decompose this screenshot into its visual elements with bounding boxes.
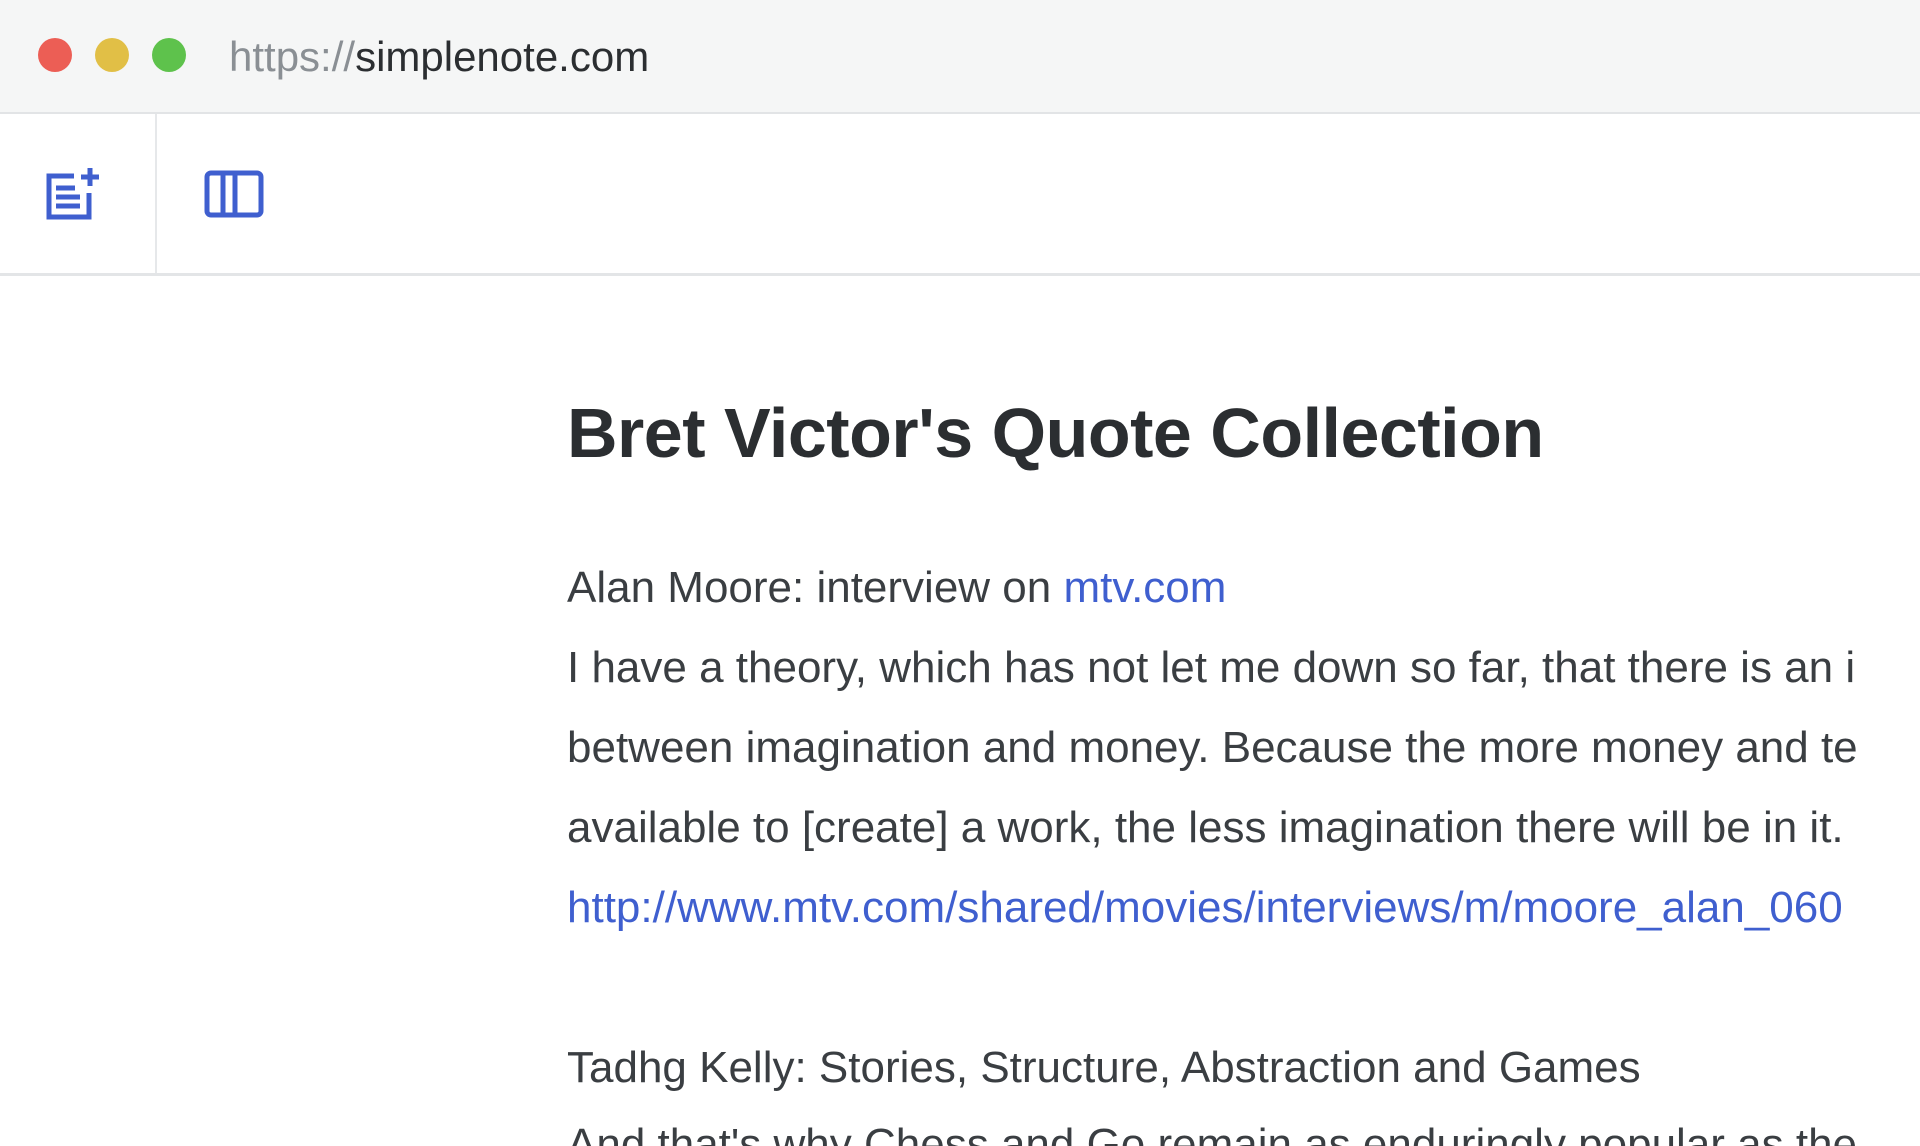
quote-url-link[interactable]: http://www.mtv.com/shared/movies/intervi…: [567, 883, 1843, 932]
quote-line-3: available to [create] a work, the less i…: [567, 803, 1844, 852]
entry-source-line-2: Tadhg Kelly: Stories, Structure, Abstrac…: [567, 1043, 1641, 1092]
toggle-sidebar-button[interactable]: [204, 164, 264, 224]
entry-source-line: Alan Moore: interview on mtv.com: [567, 560, 1226, 616]
quote-url-line: http://www.mtv.com/shared/movies/intervi…: [567, 880, 1843, 936]
quote-partial-line: And that's why Chess and Go remain as en…: [567, 1120, 1858, 1146]
close-window-button[interactable]: [38, 38, 72, 72]
note-title: Bret Victor's Quote Collection: [567, 394, 1544, 472]
note-editor[interactable]: Bret Victor's Quote Collection Alan Moor…: [567, 0, 1920, 1146]
toolbar-divider: [155, 114, 157, 273]
new-note-icon: [46, 168, 99, 220]
zoom-window-button[interactable]: [152, 38, 186, 72]
new-note-button[interactable]: [43, 164, 103, 224]
columns-icon: [204, 170, 264, 218]
quote-line-1: I have a theory, which has not let me do…: [567, 643, 1856, 692]
entry-source-text: Alan Moore: interview on: [567, 563, 1064, 612]
url-scheme: https://: [229, 33, 356, 80]
quote-line-2: between imagination and money. Because t…: [567, 723, 1858, 772]
minimize-window-button[interactable]: [95, 38, 129, 72]
source-link[interactable]: mtv.com: [1063, 563, 1226, 612]
